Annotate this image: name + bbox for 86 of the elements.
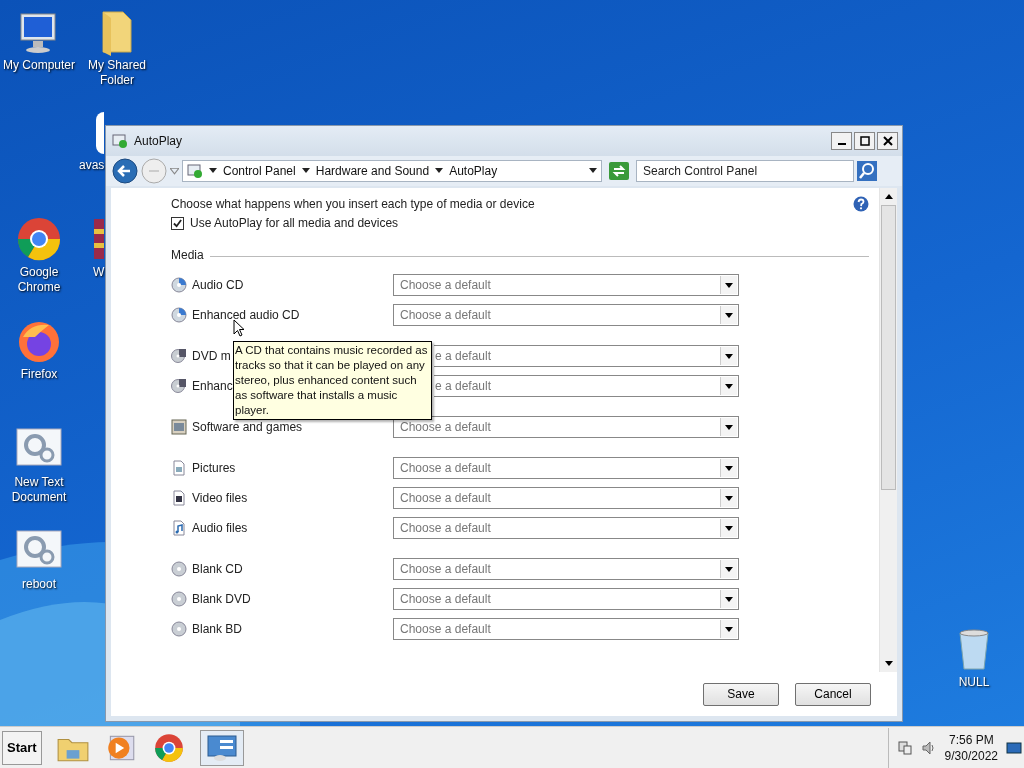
- vertical-scrollbar[interactable]: [879, 188, 897, 672]
- media-type-label: Video files: [192, 491, 248, 505]
- checkbox[interactable]: [171, 216, 184, 230]
- breadcrumb[interactable]: Control Panel: [223, 164, 296, 178]
- action-dropdown[interactable]: Choose a default: [393, 588, 739, 610]
- autoplay-icon: [187, 163, 203, 179]
- scroll-down-icon[interactable]: [884, 661, 893, 666]
- search-icon[interactable]: [857, 161, 877, 181]
- section-heading: Media: [171, 248, 204, 262]
- cancel-button[interactable]: Cancel: [795, 682, 871, 706]
- action-dropdown[interactable]: Choose a default: [393, 457, 739, 479]
- chrome-icon[interactable]: [15, 215, 63, 263]
- clock-date[interactable]: 9/30/2022: [944, 747, 998, 764]
- caret-icon[interactable]: [435, 168, 444, 174]
- tooltip: A CD that contains music recorded as tracks so that it can be played on any stereo, plus enhanced content such as software that installs a music player.: [233, 341, 432, 420]
- desktop-icon-label[interactable]: NULL: [958, 675, 990, 690]
- action-dropdown[interactable]: e a default: [434, 375, 739, 397]
- media-type-label: Audio files: [192, 521, 248, 535]
- window-title: AutoPlay: [134, 134, 183, 148]
- disc-icon: [171, 277, 187, 293]
- media-type-label: DVD m: [192, 349, 231, 363]
- back-button[interactable]: [112, 158, 138, 184]
- desktop-icon-label[interactable]: reboot: [22, 577, 56, 592]
- desktop-icon-label[interactable]: avas: [79, 158, 105, 173]
- media-type-label: Pictures: [192, 461, 236, 475]
- action-dropdown[interactable]: Choose a default: [393, 416, 739, 438]
- close-button[interactable]: [877, 132, 898, 150]
- audio-file-icon: [171, 520, 187, 536]
- media-type-label: Software and games: [192, 420, 303, 434]
- maximize-icon: [859, 136, 870, 146]
- dvd-icon: [171, 378, 187, 394]
- minimize-icon: [837, 143, 846, 145]
- action-dropdown[interactable]: Choose a default: [393, 487, 739, 509]
- show-desktop-icon[interactable]: [1006, 739, 1022, 756]
- breadcrumb[interactable]: AutoPlay: [449, 164, 498, 178]
- save-button[interactable]: Save: [703, 682, 779, 706]
- control-panel-icon: [205, 733, 238, 762]
- video-file-icon: [171, 490, 187, 506]
- action-dropdown[interactable]: Choose a default: [393, 517, 739, 539]
- taskbar-button[interactable]: [199, 729, 244, 766]
- scrollbar-thumb[interactable]: [881, 205, 896, 490]
- software-icon: [171, 419, 187, 435]
- minimize-button[interactable]: [831, 132, 852, 150]
- action-dropdown[interactable]: Choose a default: [393, 618, 739, 640]
- close-icon: [882, 136, 893, 146]
- media-type-label: Blank DVD: [192, 592, 251, 606]
- media-type-label: Audio CD: [192, 278, 244, 292]
- volume-icon[interactable]: [920, 739, 937, 756]
- caret-icon[interactable]: [301, 168, 310, 174]
- blank-disc-icon: [171, 591, 187, 607]
- help-icon[interactable]: [853, 196, 869, 212]
- maximize-button[interactable]: [854, 132, 875, 150]
- disc-icon: [171, 307, 187, 323]
- instruction-text: Choose what happens when you insert each type of media or device: [171, 197, 535, 211]
- action-dropdown[interactable]: e a default: [434, 345, 739, 367]
- media-type-label: Blank BD: [192, 622, 243, 636]
- caret-icon[interactable]: [209, 168, 217, 174]
- history-dropdown-icon[interactable]: [170, 167, 179, 175]
- media-type-label: Enhanc: [192, 379, 233, 393]
- desktop-icon-label[interactable]: Google Chrome: [0, 265, 78, 295]
- autoplay-icon: [112, 133, 128, 149]
- desktop-icon-label[interactable]: New Text Document: [0, 475, 78, 505]
- desktop-icon-label[interactable]: My Computer: [3, 58, 75, 73]
- search-field[interactable]: Search Control Panel: [636, 160, 854, 182]
- blank-disc-icon: [171, 621, 187, 637]
- media-type-label: Blank CD: [192, 562, 243, 576]
- network-icon[interactable]: [896, 739, 913, 756]
- refresh-button[interactable]: [609, 162, 629, 180]
- mouse-cursor-icon: [233, 319, 245, 337]
- action-dropdown[interactable]: Choose a default: [393, 558, 739, 580]
- desktop-icon-label[interactable]: Firefox: [20, 367, 58, 382]
- blank-disc-icon: [171, 561, 187, 577]
- scroll-up-icon[interactable]: [884, 194, 893, 199]
- clock-time[interactable]: 7:56 PM: [948, 731, 994, 748]
- desktop-icon-label[interactable]: W: [93, 265, 105, 280]
- caret-icon[interactable]: [589, 168, 597, 174]
- breadcrumb[interactable]: Hardware and Sound: [315, 164, 430, 178]
- picture-file-icon: [171, 460, 187, 476]
- action-dropdown[interactable]: Choose a default: [393, 304, 739, 326]
- action-dropdown[interactable]: Choose a default: [393, 274, 739, 296]
- start-button[interactable]: Start: [2, 730, 42, 765]
- checkbox-label[interactable]: Use AutoPlay for all media and devices: [190, 216, 399, 230]
- dvd-icon: [171, 348, 187, 364]
- address-field[interactable]: Control Panel Hardware and Sound AutoPlay: [182, 160, 602, 182]
- desktop-icon-label[interactable]: My Shared Folder: [78, 58, 156, 88]
- media-type-label: Enhanced audio CD: [192, 308, 300, 322]
